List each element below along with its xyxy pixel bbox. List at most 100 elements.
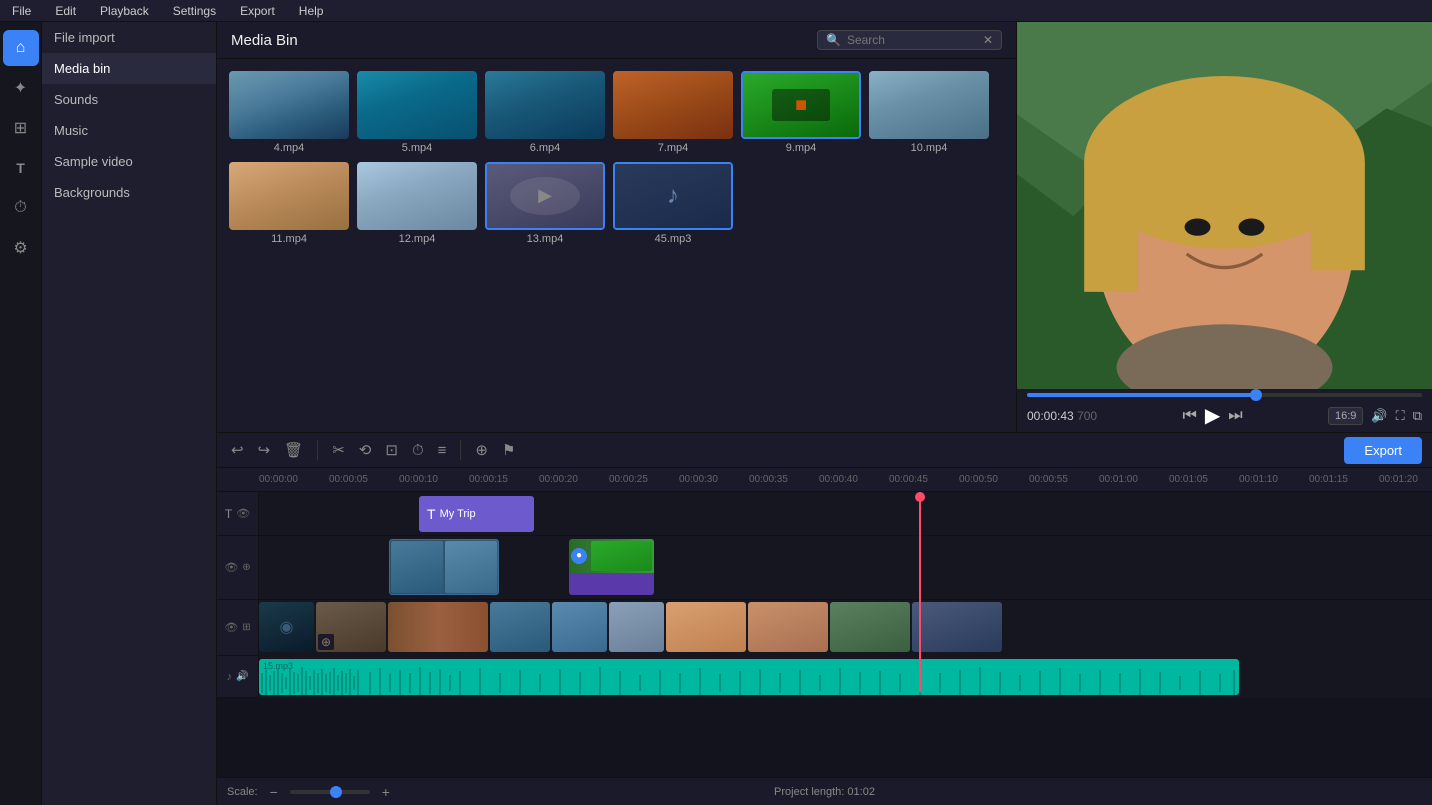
ruler-mark-8: 00:00:40	[819, 474, 858, 485]
undo-btn[interactable]: ↩	[227, 439, 248, 461]
preview-controls: 00:00:43 700 ⏮ ▶ ⏭ 16:9 🔊 ⛶ ⧉	[1017, 389, 1432, 432]
overlay-btn[interactable]: ⊕	[471, 439, 492, 461]
media-item-45mp3[interactable]: ♪ 45.mp3	[613, 162, 733, 245]
sidebar-overlay-btn[interactable]: ⊞	[3, 110, 39, 146]
ruler-mark-0: 00:00:00	[259, 474, 298, 485]
redo-btn[interactable]: ↪	[254, 439, 275, 461]
menu-file[interactable]: File	[8, 2, 35, 20]
title-clip-label: My Trip	[440, 508, 476, 520]
project-length-value: 01:02	[847, 786, 875, 798]
media-item-12mp4[interactable]: 12.mp4	[357, 162, 477, 245]
ruler-mark-1: 00:00:05	[329, 474, 368, 485]
overlay-clip-1[interactable]	[389, 539, 499, 595]
media-item-5mp4[interactable]: 5.mp4	[357, 71, 477, 154]
video-clip-6[interactable]	[609, 602, 664, 652]
menu-playback[interactable]: Playback	[96, 2, 153, 20]
main-video-track-body: ◉ ⊕	[259, 600, 1432, 656]
speed-btn[interactable]: ⏱	[408, 440, 428, 461]
export-btn[interactable]: Export	[1344, 437, 1422, 464]
ruler-mark-13: 00:01:05	[1169, 474, 1208, 485]
ruler-mark-7: 00:00:35	[749, 474, 788, 485]
nav-media-bin[interactable]: Media bin	[42, 53, 216, 84]
title-clip[interactable]: T My Trip	[419, 496, 534, 532]
sidebar-tools-btn[interactable]: ⚙	[3, 230, 39, 266]
ruler-mark-15: 00:01:15	[1309, 474, 1348, 485]
menu-edit[interactable]: Edit	[51, 2, 80, 20]
video-clip-5[interactable]	[552, 602, 607, 652]
audio-clip[interactable]: 15.mp3	[259, 659, 1239, 695]
progress-bar[interactable]	[1027, 393, 1422, 397]
main-track-icon: ⊞	[242, 622, 250, 633]
nav-sample-video[interactable]: Sample video	[42, 146, 216, 177]
preview-image	[1017, 22, 1432, 389]
scale-slider[interactable]	[290, 790, 370, 794]
visibility-icon[interactable]: 👁	[224, 561, 238, 574]
export-wrap: Export	[1344, 437, 1422, 464]
scale-minus-btn[interactable]: −	[266, 782, 282, 802]
media-item-11mp4[interactable]: 11.mp4	[229, 162, 349, 245]
scale-label: Scale:	[227, 786, 258, 798]
volume-icon[interactable]: 🔊	[1371, 408, 1387, 424]
label-7mp4: 7.mp4	[658, 142, 689, 154]
play-btn[interactable]: ▶	[1205, 403, 1220, 428]
content-area: Media Bin 🔍 ✕ 4.mp4	[217, 22, 1432, 805]
fullscreen-icon[interactable]: ⛶	[1396, 408, 1405, 424]
sidebar-history-btn[interactable]: ⏱	[3, 190, 39, 226]
ruler-mark-2: 00:00:10	[399, 474, 438, 485]
audio-btn[interactable]: ≡	[434, 440, 451, 461]
video-clip-2[interactable]: ⊕	[316, 602, 386, 652]
video-clip-10[interactable]	[912, 602, 1002, 652]
delete-btn[interactable]: 🗑	[280, 439, 307, 461]
media-bin-panel: Media Bin 🔍 ✕ 4.mp4	[217, 22, 1017, 432]
label-10mp4: 10.mp4	[911, 142, 948, 154]
timeline-tracks: T 👁 T My Trip 👁 ⊕	[217, 492, 1432, 777]
sidebar-effects-btn[interactable]: ✦	[3, 70, 39, 106]
sidebar-text-btn[interactable]: T	[3, 150, 39, 186]
nav-sounds[interactable]: Sounds	[42, 84, 216, 115]
sidebar-home-btn[interactable]: ⌂	[3, 30, 39, 66]
scale-plus-btn[interactable]: +	[378, 782, 394, 802]
audio-track-body: 15.mp3	[259, 656, 1432, 698]
video-clip-3[interactable]	[388, 602, 488, 652]
nav-file-import[interactable]: File import	[42, 22, 216, 53]
search-icon: 🔍	[826, 33, 841, 47]
rotate-btn[interactable]: ⟲	[355, 439, 376, 461]
media-item-7mp4[interactable]: 7.mp4	[613, 71, 733, 154]
media-item-6mp4[interactable]: 6.mp4	[485, 71, 605, 154]
cut-btn[interactable]: ✂	[328, 439, 349, 461]
video-clip-7[interactable]	[666, 602, 746, 652]
trim-btn[interactable]: ⊡	[381, 439, 402, 461]
nav-backgrounds[interactable]: Backgrounds	[42, 177, 216, 208]
media-item-4mp4[interactable]: 4.mp4	[229, 71, 349, 154]
nav-music[interactable]: Music	[42, 115, 216, 146]
flag-btn[interactable]: ⚑	[498, 439, 519, 461]
video-clip-9[interactable]	[830, 602, 910, 652]
video-clip-4[interactable]	[490, 602, 550, 652]
popout-icon[interactable]: ⧉	[1413, 408, 1422, 424]
video-clip-1[interactable]: ◉	[259, 602, 314, 652]
search-bar[interactable]: 🔍 ✕	[817, 30, 1002, 50]
media-item-9mp4[interactable]: ■ 9.mp4	[741, 71, 861, 154]
progress-knob[interactable]	[1250, 389, 1262, 401]
search-clear-icon[interactable]: ✕	[983, 33, 993, 47]
media-item-13mp4[interactable]: ▶ 13.mp4	[485, 162, 605, 245]
main-video-track-row: 👁 ⊞ ◉ ⊕	[217, 600, 1432, 656]
scale-knob[interactable]	[330, 786, 342, 798]
thumb-5mp4	[357, 71, 477, 139]
menu-export[interactable]: Export	[236, 2, 279, 20]
thumb-6mp4	[485, 71, 605, 139]
menu-help[interactable]: Help	[295, 2, 328, 20]
overlay-clip-2[interactable]: ●	[569, 539, 654, 595]
prev-frame-btn[interactable]: ⏮	[1182, 407, 1196, 425]
search-input[interactable]	[847, 33, 977, 47]
label-9mp4: 9.mp4	[786, 142, 817, 154]
aspect-ratio-btn[interactable]: 16:9	[1328, 407, 1363, 425]
menu-settings[interactable]: Settings	[169, 2, 220, 20]
audio-mute-icon[interactable]: 🔊	[236, 671, 248, 682]
label-45mp3: 45.mp3	[655, 233, 692, 245]
media-item-10mp4[interactable]: 10.mp4	[869, 71, 989, 154]
video-clip-8[interactable]	[748, 602, 828, 652]
main-visibility-icon[interactable]: 👁	[224, 621, 238, 634]
next-frame-btn[interactable]: ⏭	[1228, 407, 1242, 425]
eye-icon[interactable]: 👁	[236, 507, 250, 520]
